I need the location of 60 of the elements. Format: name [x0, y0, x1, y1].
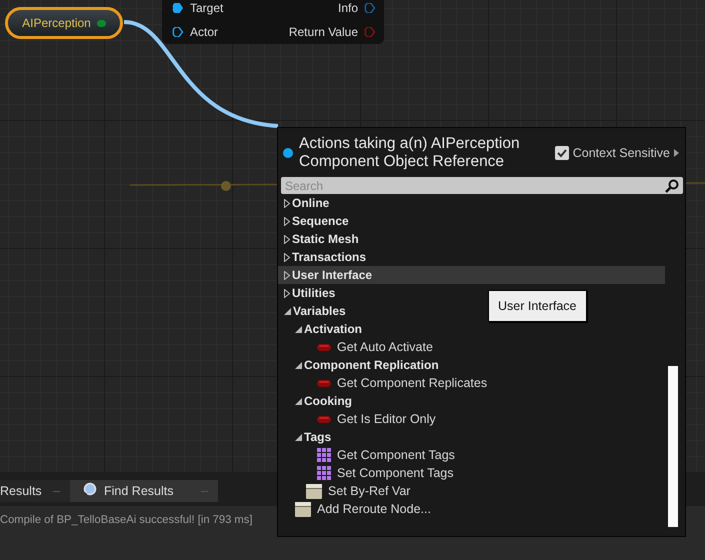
search-field[interactable]: Search — [281, 177, 683, 194]
tree-row[interactable]: Add Reroute Node... — [278, 500, 435, 518]
results-tab[interactable]: Results — [0, 480, 70, 502]
reroute-dot — [221, 181, 231, 191]
array-grid-icon — [317, 466, 331, 480]
array-grid-icon — [317, 448, 331, 462]
pin-label: Target — [190, 1, 224, 15]
scrollbar-thumb[interactable] — [668, 366, 678, 527]
tree-row[interactable]: Sequence — [278, 212, 353, 230]
expanded-arrow-icon[interactable] — [295, 362, 302, 368]
tree-row[interactable]: Static Mesh — [278, 230, 363, 248]
pin-label: Info — [338, 1, 358, 15]
pin-icon[interactable] — [172, 27, 184, 37]
tree-row[interactable]: Set Component Tags — [278, 464, 458, 482]
expand-arrow-icon[interactable] — [674, 149, 679, 157]
menu-title: Actions taking a(n) AIPerception Component Object Reference — [299, 135, 521, 171]
tree-row[interactable]: Utilities — [278, 284, 340, 302]
node-box-icon — [295, 502, 311, 516]
pin-label: Return Value — [288, 25, 358, 39]
results-tab[interactable]: Find Results — [70, 480, 218, 502]
collapsed-arrow-icon[interactable] — [284, 216, 290, 226]
collapsed-arrow-icon[interactable] — [284, 288, 290, 298]
boolean-pill-icon — [317, 380, 331, 386]
tree-row[interactable]: Get Auto Activate — [278, 338, 437, 356]
tree-row[interactable]: Component Replication — [278, 356, 443, 374]
output-pin-icon[interactable] — [96, 20, 106, 26]
collapsed-arrow-icon[interactable] — [284, 270, 290, 280]
tree-row[interactable]: Get Component Replicates — [278, 374, 492, 392]
boolean-pill-icon — [317, 344, 331, 350]
tree-row[interactable]: Get Is Editor Only — [278, 410, 440, 428]
node-box-icon — [306, 484, 322, 498]
pin-icon[interactable] — [172, 3, 184, 13]
tree-row[interactable]: Set By-Ref Var — [278, 482, 414, 500]
tree-row[interactable]: Transactions — [278, 248, 370, 266]
boolean-pill-icon — [317, 416, 331, 422]
tree-row[interactable]: Tags — [278, 428, 336, 446]
collapsed-arrow-icon[interactable] — [284, 252, 290, 262]
collapsed-arrow-icon[interactable] — [284, 198, 290, 208]
context-sensitive-checkbox[interactable]: Context Sensitive — [554, 146, 679, 160]
expanded-arrow-icon[interactable] — [295, 434, 302, 440]
tree-row[interactable]: User Interface — [278, 266, 665, 284]
expanded-arrow-icon[interactable] — [295, 326, 302, 332]
collapsed-arrow-icon[interactable] — [284, 234, 290, 244]
node-title: AIPerception — [22, 16, 91, 30]
variable-node[interactable]: AIPerception — [5, 7, 123, 39]
tree-row[interactable]: Get Component Tags — [278, 446, 459, 464]
tree-row[interactable]: Online — [278, 194, 334, 212]
pin-icon[interactable] — [364, 3, 376, 13]
function-node[interactable]: Target Actor Info Return Value — [162, 0, 384, 44]
tree-row[interactable]: Variables — [278, 302, 350, 320]
expanded-arrow-icon[interactable] — [295, 398, 302, 404]
tree-row[interactable]: Cooking — [278, 392, 356, 410]
log-message: Compile of BP_TelloBaseAi successful! [in 793 ms] — [0, 514, 252, 526]
tooltip: User Interface — [488, 290, 587, 322]
pin-label: Actor — [190, 25, 218, 39]
tree-row[interactable]: Activation — [278, 320, 366, 338]
checkbox-icon[interactable] — [554, 146, 569, 160]
pin-dot-icon — [283, 148, 293, 158]
expanded-arrow-icon[interactable] — [284, 308, 291, 314]
search-icon[interactable] — [665, 179, 679, 193]
